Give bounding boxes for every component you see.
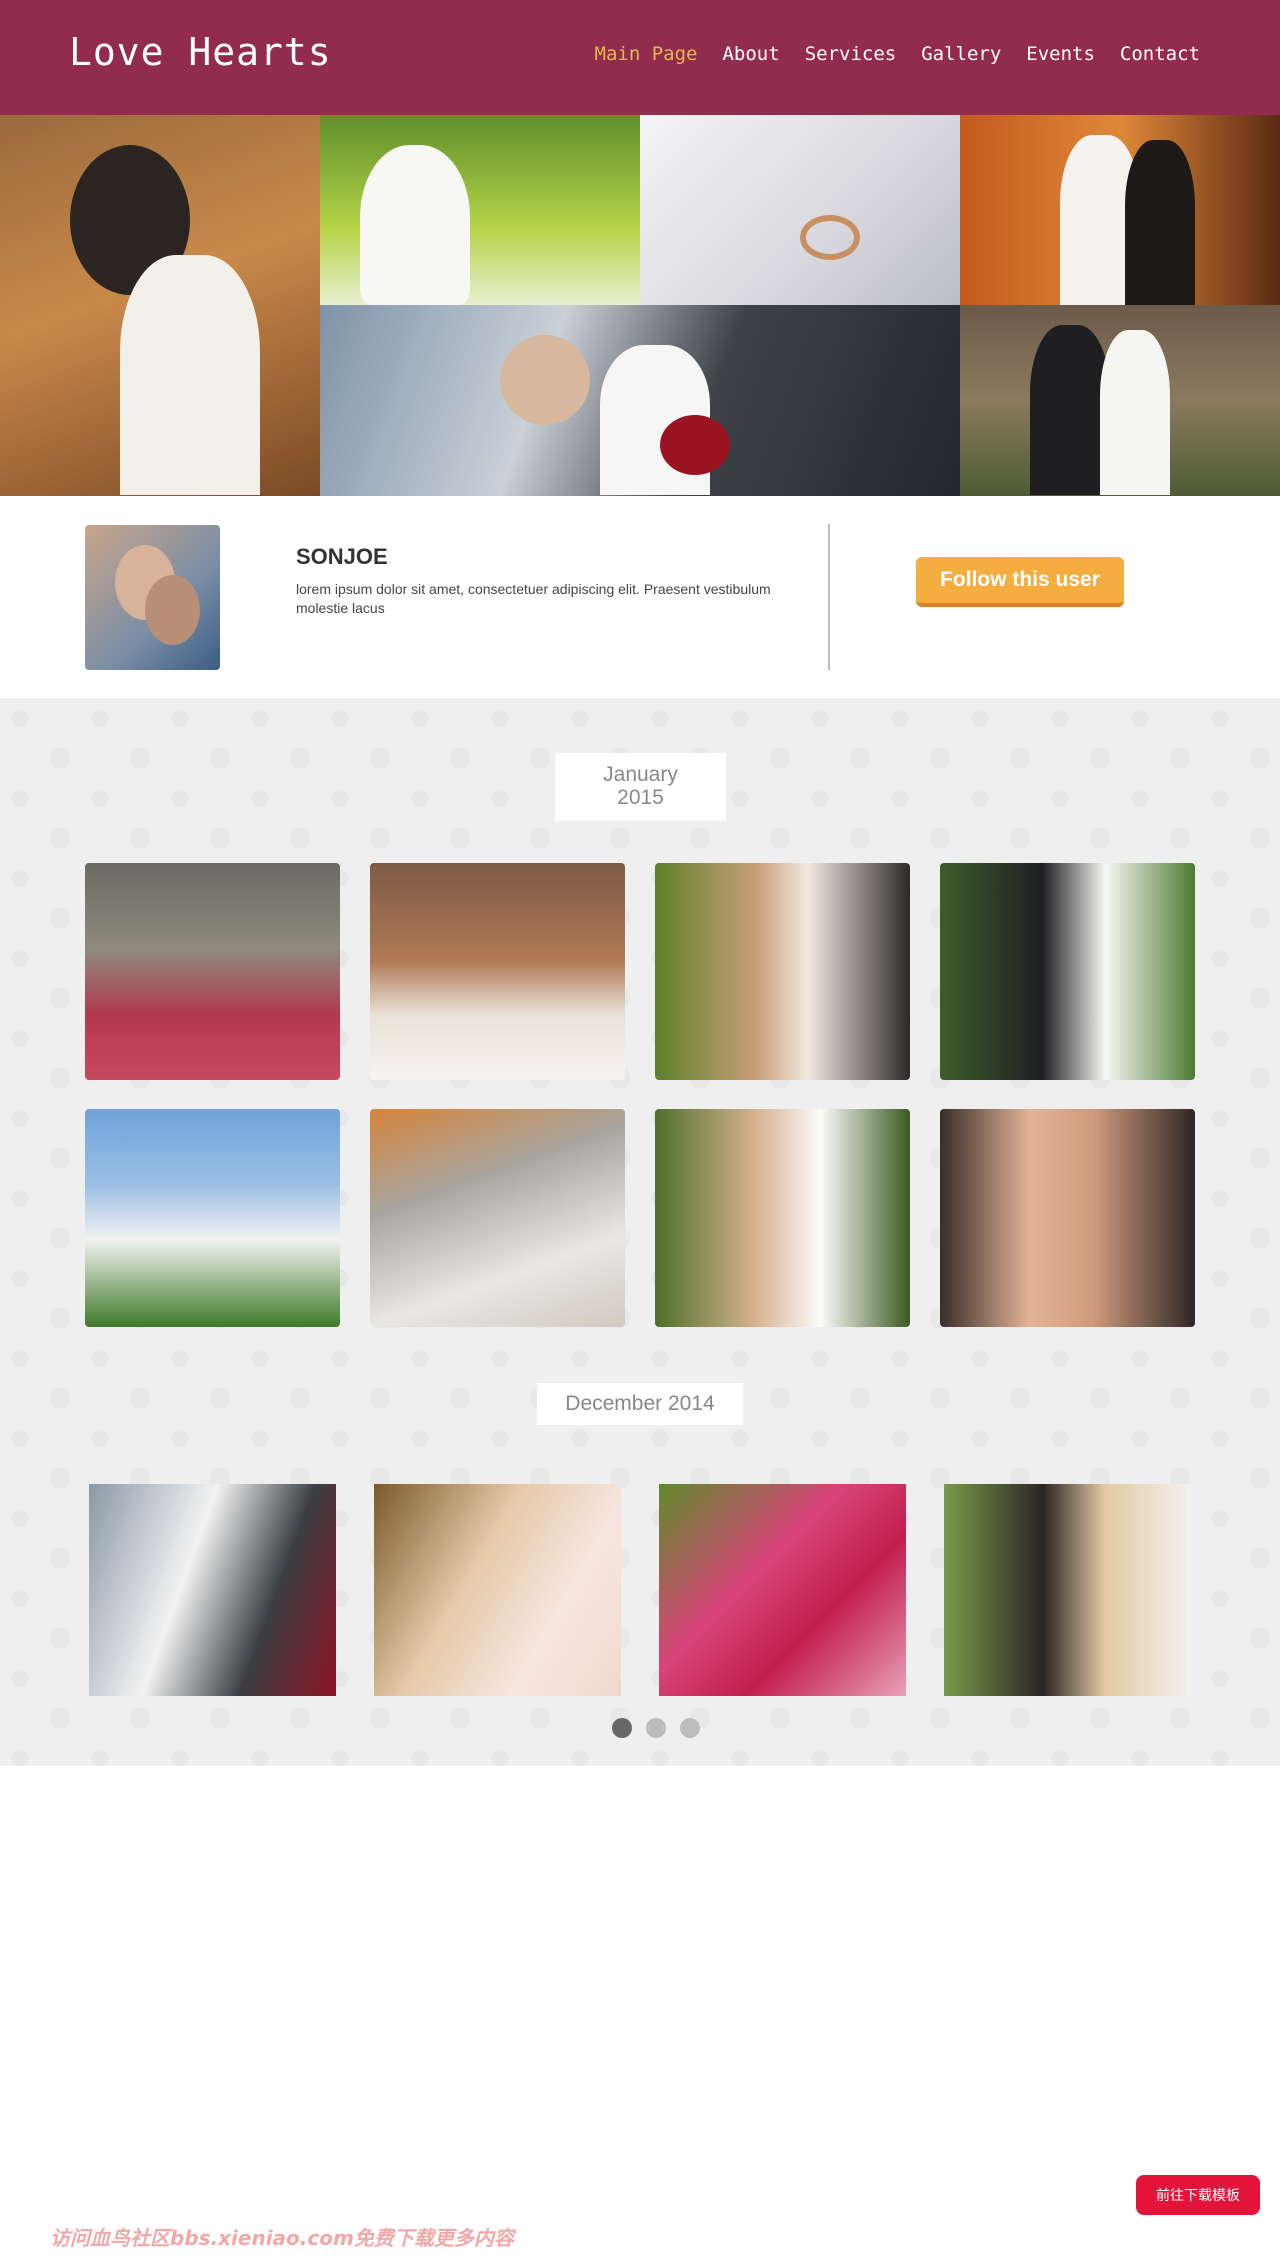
nav-about[interactable]: About xyxy=(722,43,779,65)
follow-button[interactable]: Follow this user xyxy=(916,557,1124,607)
profile-name: SONJOE xyxy=(296,544,388,569)
cake-toppers-photo[interactable] xyxy=(370,1109,625,1327)
date-label-month-year: December 2014 xyxy=(565,1392,715,1415)
wedding-car-photo[interactable] xyxy=(370,863,625,1080)
couple-autumn-photo xyxy=(0,115,320,496)
profile-strip: SONJOE lorem ipsum dolor sit amet, conse… xyxy=(0,496,1280,698)
ring-box-photo[interactable] xyxy=(940,1109,1195,1327)
flower-arch-photo[interactable] xyxy=(85,1109,340,1327)
rings-photo xyxy=(640,115,960,305)
main-nav: Main Page About Services Gallery Events … xyxy=(595,43,1200,65)
nav-events[interactable]: Events xyxy=(1026,43,1095,65)
nav-main-page[interactable]: Main Page xyxy=(595,43,698,65)
pager-dot-2[interactable] xyxy=(646,1718,666,1738)
watermark-text: 访问血鸟社区bbs.xieniao.com免费下载更多内容 xyxy=(50,2226,514,2250)
profile-divider xyxy=(828,524,830,670)
couple-bouquet-photo[interactable] xyxy=(89,1484,336,1696)
bride-portrait-photo[interactable] xyxy=(374,1484,621,1696)
pager-dot-3[interactable] xyxy=(680,1718,700,1738)
date-label-january: January 2015 xyxy=(555,753,726,821)
couple-smiling-photo[interactable] xyxy=(940,863,1195,1080)
site-logo[interactable]: Love Hearts xyxy=(69,30,332,74)
couple-kiss-photo xyxy=(960,115,1280,305)
couple-outdoor-photo xyxy=(960,305,1280,496)
rings-on-roses-photo[interactable] xyxy=(659,1484,906,1696)
pager-dot-1[interactable] xyxy=(612,1718,632,1738)
carousel-pager xyxy=(612,1718,700,1738)
nav-contact[interactable]: Contact xyxy=(1120,43,1200,65)
date-label-year: 2015 xyxy=(617,786,664,809)
avatar[interactable] xyxy=(85,525,220,670)
couple-bouquet-photo xyxy=(320,305,960,496)
couple-roses-photo[interactable] xyxy=(655,863,910,1080)
banner-mosaic xyxy=(0,115,1280,496)
date-label-month: January xyxy=(603,763,678,786)
date-label-december: December 2014 xyxy=(537,1383,743,1425)
nav-gallery[interactable]: Gallery xyxy=(921,43,1001,65)
nav-services[interactable]: Services xyxy=(805,43,897,65)
profile-description: lorem ipsum dolor sit amet, consectetuer… xyxy=(296,581,771,616)
banquet-hall-photo[interactable] xyxy=(85,863,340,1080)
bride-smile-photo[interactable] xyxy=(655,1109,910,1327)
download-template-button[interactable]: 前往下载模板 xyxy=(1136,2175,1260,2215)
bride-garden-photo xyxy=(320,115,640,305)
site-header: Love Hearts Main Page About Services Gal… xyxy=(0,0,1280,115)
couple-embrace-photo[interactable] xyxy=(944,1484,1191,1696)
